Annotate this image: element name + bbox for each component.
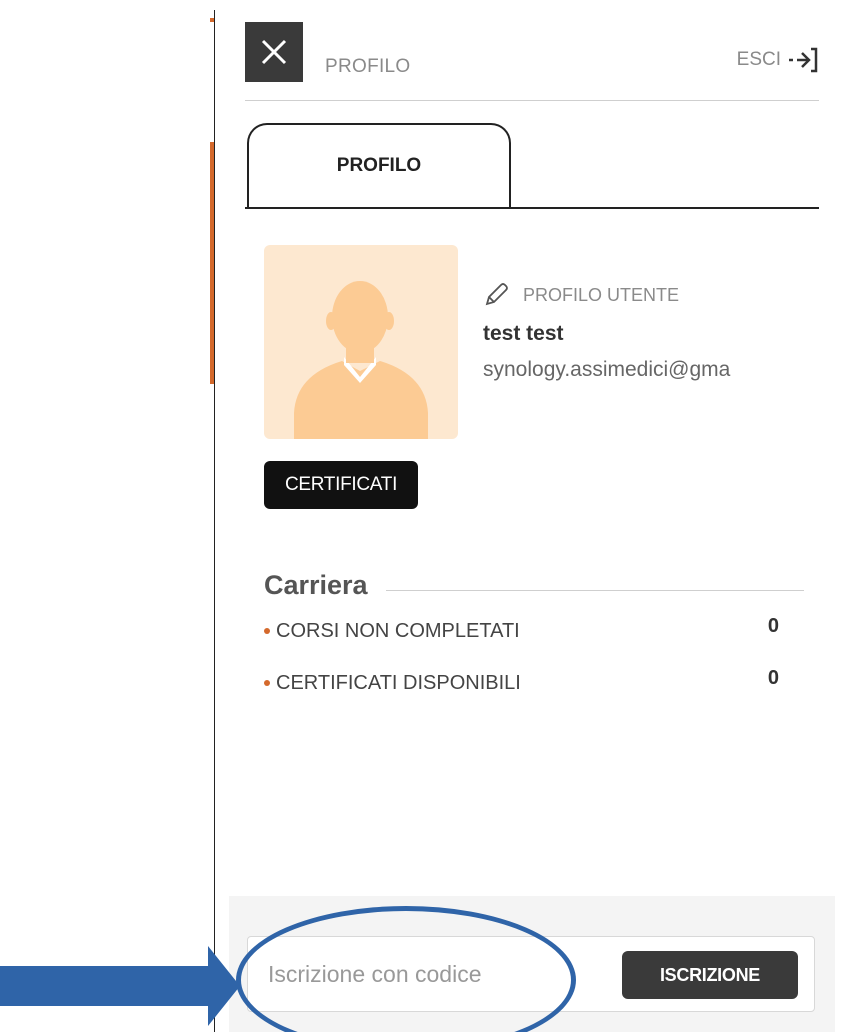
avatar	[264, 245, 458, 439]
screenshot-canvas: PROFILO ESCI PROFILO PROFILO UTENTE test…	[0, 0, 846, 1032]
stat-value: 0	[767, 667, 779, 689]
stat-row-corsi: CORSI NON COMPLETATI 0	[264, 615, 804, 645]
enroll-footer: ISCRIZIONE	[229, 896, 835, 1032]
edit-profile-link[interactable]: PROFILO UTENTE	[483, 282, 823, 308]
user-name: test test	[483, 322, 564, 345]
enroll-form: ISCRIZIONE	[247, 936, 815, 1012]
user-silhouette-icon	[294, 281, 428, 439]
user-email: synology.assimedici@gma	[483, 358, 731, 381]
logout-button[interactable]: ESCI	[737, 46, 819, 74]
tab-profilo[interactable]: PROFILO	[247, 123, 511, 207]
close-icon	[261, 39, 287, 65]
panel-title: PROFILO	[325, 56, 411, 77]
tab-bar: PROFILO	[245, 123, 819, 209]
career-title: Carriera	[264, 570, 368, 600]
stat-label: CORSI NON COMPLETATI	[276, 619, 520, 642]
close-button[interactable]	[245, 22, 303, 82]
edit-profile-label: PROFILO UTENTE	[523, 284, 680, 305]
profile-info: PROFILO UTENTE test test synology.assime…	[483, 282, 823, 382]
panel-header: PROFILO ESCI	[245, 22, 819, 101]
stat-label: CERTIFICATI DISPONIBILI	[276, 671, 521, 694]
bullet-icon	[264, 680, 270, 686]
logout-icon	[789, 47, 818, 73]
pencil-icon	[485, 283, 508, 306]
logout-label: ESCI	[736, 49, 781, 70]
career-divider	[385, 590, 804, 591]
certificates-button[interactable]: CERTIFICATI	[264, 461, 418, 509]
enroll-button[interactable]: ISCRIZIONE	[622, 951, 798, 999]
career-section: Carriera CORSI NON COMPLETATI 0 CERTIFIC…	[264, 570, 804, 697]
profile-panel: PROFILO ESCI PROFILO PROFILO UTENTE test…	[214, 10, 835, 1032]
stat-value: 0	[767, 615, 779, 637]
stat-row-certificati: CERTIFICATI DISPONIBILI 0	[264, 667, 804, 697]
enroll-code-input[interactable]	[266, 951, 590, 997]
career-header: Carriera	[264, 570, 804, 601]
bullet-icon	[264, 628, 270, 634]
annotation-arrow-icon	[0, 946, 240, 1026]
